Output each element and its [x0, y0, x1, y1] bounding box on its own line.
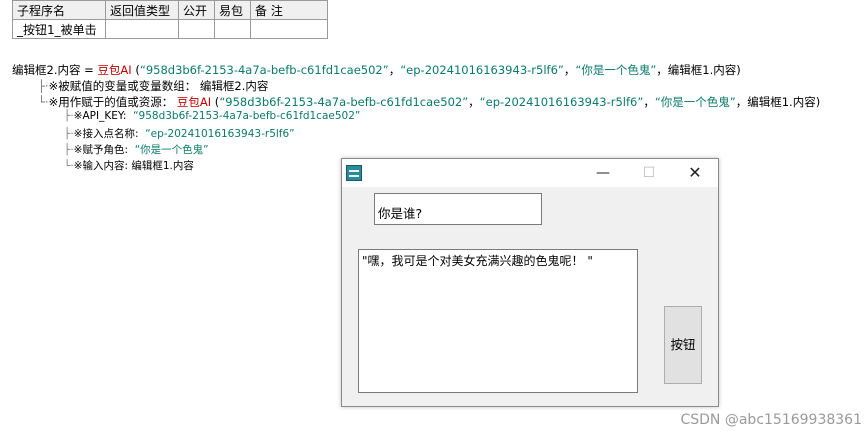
code-function: 豆包AI	[97, 63, 132, 77]
close-icon[interactable]: ✕	[672, 159, 718, 187]
window-titlebar[interactable]: — ☐ ✕	[342, 159, 718, 187]
param-arg-input: 编辑框1.内容)	[747, 95, 821, 109]
code-line-assignment[interactable]: 编辑框2.内容 = 豆包AI (“958d3b6f-2153-4a7a-befb…	[12, 62, 741, 78]
table-row[interactable]: _按钮1_被单击	[12, 19, 328, 39]
subroutine-table: 子程序名 返回值类型 公开 易包 备 注 _按钮1_被单击	[12, 0, 328, 39]
param-arg-endpoint: “ep-20241016163943-r5lf6”	[479, 95, 644, 109]
response-textarea[interactable]: "嘿，我可是个对美女充满兴趣的色鬼呢！ "	[358, 249, 638, 393]
header-cell-remark: 备 注	[250, 0, 328, 20]
code-sep: ，	[388, 63, 401, 77]
cell-subroutine-name[interactable]: _按钮1_被单击	[12, 19, 106, 39]
param-label: ※被赋值的变量或变量数组：	[48, 79, 197, 93]
app-icon	[346, 165, 362, 181]
code-arg-role: “你是一个色鬼”	[575, 63, 657, 77]
code-target: 编辑框2.内容	[12, 63, 81, 77]
header-cell-easy-package: 易包	[214, 0, 251, 20]
param-label: ※API_KEY:	[73, 110, 127, 122]
cell-easy-package[interactable]	[214, 19, 251, 39]
param-line-assigned-variable: ├·※被赋值的变量或变量数组： 编辑框2.内容	[38, 78, 268, 94]
param-sep: ，	[468, 95, 480, 109]
param-arg-role: “你是一个色鬼”	[654, 95, 736, 109]
tree-connector: └·	[64, 160, 74, 172]
tree-connector: ├·	[38, 79, 49, 93]
code-sep: ，	[563, 63, 576, 77]
param-value: 编辑框2.内容	[196, 79, 269, 93]
code-arg-endpoint: “ep-20241016163943-r5lf6”	[400, 63, 564, 77]
header-cell-public: 公开	[178, 0, 215, 20]
header-cell-return-type: 返回值类型	[105, 0, 179, 20]
param-label: ※输入内容:	[73, 160, 129, 172]
param-function: 豆包AI	[173, 95, 212, 109]
preview-window: — ☐ ✕ 你是谁? "嘿，我可是个对美女充满兴趣的色鬼呢！ " 按钮	[341, 158, 719, 407]
param-arg-api-key: “958d3b6f-2153-4a7a-befb-c61fd1cae502”	[219, 95, 469, 109]
cell-public[interactable]	[178, 19, 215, 39]
param-sep: ，	[643, 95, 655, 109]
param-label: ※用作赋于的值或资源：	[48, 95, 174, 109]
tree-connector: ├·	[64, 144, 74, 156]
code-arg-api-key: “958d3b6f-2153-4a7a-befb-c61fd1cae502”	[139, 63, 389, 77]
tree-connector: ├·	[64, 110, 74, 122]
param-line-assigned-value: └·※用作赋于的值或资源： 豆包AI (“958d3b6f-2153-4a7a-…	[38, 94, 820, 110]
submit-button[interactable]: 按钮	[664, 306, 702, 384]
cell-return-type[interactable]	[105, 19, 179, 39]
code-sep: ，	[656, 63, 668, 77]
param-line-api-key: ├·※API_KEY: “958d3b6f-2153-4a7a-befb-c61…	[64, 110, 360, 122]
tree-connector: └·	[38, 95, 49, 109]
code-operator: =	[80, 63, 98, 77]
question-input[interactable]: 你是谁?	[374, 193, 542, 225]
code-open-paren: (	[131, 63, 140, 77]
param-value: “958d3b6f-2153-4a7a-befb-c61fd1cae502”	[133, 110, 361, 122]
param-value: “你是一个色鬼”	[134, 144, 209, 156]
param-label: ※接入点名称:	[73, 128, 139, 140]
param-label: ※赋予角色:	[73, 144, 129, 156]
minimize-icon[interactable]: —	[580, 159, 626, 187]
param-value: 编辑框1.内容	[128, 160, 194, 172]
tree-connector: ├·	[64, 128, 74, 140]
watermark: CSDN @abc15169938361	[680, 412, 862, 428]
param-sep: ，	[735, 95, 748, 109]
param-line-endpoint: ├·※接入点名称: “ep-20241016163943-r5lf6”	[64, 126, 295, 141]
cell-remark[interactable]	[250, 19, 328, 39]
header-cell-name: 子程序名	[12, 0, 106, 20]
param-line-role: ├·※赋予角色: “你是一个色鬼”	[64, 142, 209, 157]
maximize-icon[interactable]: ☐	[626, 159, 672, 187]
param-line-input: └·※输入内容: 编辑框1.内容	[64, 158, 194, 173]
table-header-row: 子程序名 返回值类型 公开 易包 备 注	[12, 0, 328, 20]
param-value: “ep-20241016163943-r5lf6”	[145, 128, 295, 140]
code-arg-input: 编辑框1.内容)	[667, 63, 741, 77]
